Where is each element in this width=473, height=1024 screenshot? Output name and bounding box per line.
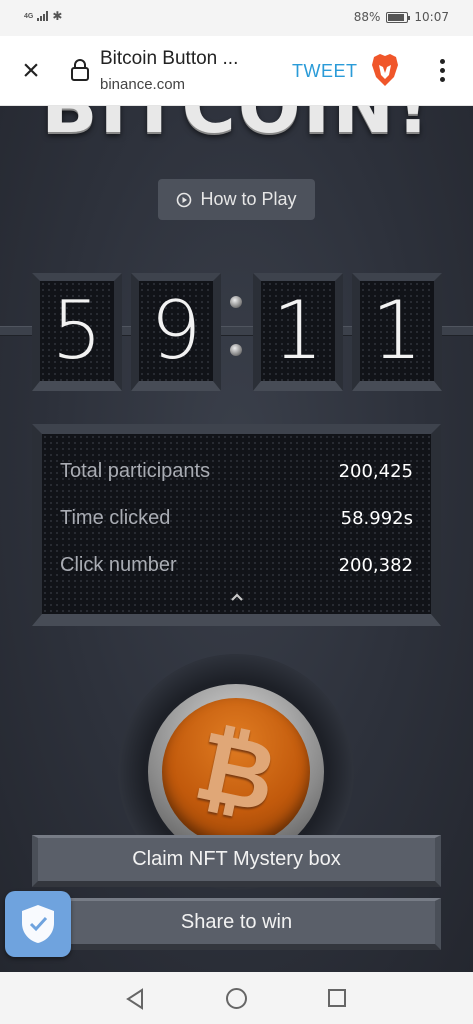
timer-colon-dot [230,296,242,308]
brave-lion-icon[interactable] [370,53,400,87]
share-button[interactable]: Share to win [32,898,441,950]
stat-row: Time clicked 58.992s [60,503,413,533]
more-vert-icon[interactable] [432,56,452,86]
timer-digit: 1 [352,273,442,391]
how-to-play-button[interactable]: How to Play [158,179,315,220]
timer-colon-dot [230,344,242,356]
signal-icon [37,11,49,21]
game-title: BITCOIN! [41,106,432,150]
system-nav-bar [0,972,473,1024]
back-icon[interactable] [124,988,146,1010]
stat-row: Total participants 200,425 [60,456,413,486]
stat-row: Click number 200,382 [60,550,413,580]
shield-check-icon[interactable] [5,891,71,957]
status-bar: 4G ✱ 88% 10:07 [0,0,473,36]
bitcoin-button[interactable]: ₿ [162,698,310,846]
bluetooth-icon: ✱ [52,9,63,23]
status-right: 88% 10:07 [354,10,449,24]
claim-nft-label: Claim NFT Mystery box [132,848,341,870]
how-to-play-label: How to Play [200,189,297,209]
game-area: BITCOIN! How to Play 5 9 1 1 Total parti… [0,106,473,972]
lock-icon[interactable] [70,58,90,82]
shield-icon [22,905,54,943]
play-circle-icon [177,192,192,207]
bitcoin-icon: ₿ [186,709,286,835]
share-label: Share to win [180,911,293,933]
home-icon[interactable] [226,988,247,1009]
stat-value: 58.992s [340,507,413,529]
close-icon[interactable]: × [16,56,46,86]
claim-nft-button[interactable]: Claim NFT Mystery box [32,835,441,887]
page-url[interactable]: binance.com [100,76,185,93]
stat-label: Total participants [60,459,211,482]
stats-panel: Total participants 200,425 Time clicked … [32,424,441,626]
stat-value: 200,382 [338,554,413,576]
stat-value: 200,425 [338,460,413,482]
page-title[interactable]: Bitcoin Button ... [100,48,238,70]
tweet-button[interactable]: TWEET [292,61,358,82]
status-left: 4G ✱ [24,9,62,23]
browser-toolbar: × Bitcoin Button ... binance.com TWEET [0,36,473,106]
stat-label: Time clicked [60,506,171,529]
timer-digit: 1 [253,273,343,391]
timer-digit: 9 [131,273,221,391]
battery-percent: 88% [353,10,381,24]
clock: 10:07 [414,10,449,24]
chevron-up-icon[interactable] [230,592,244,602]
stat-label: Click number [60,553,177,576]
timer-digit: 5 [32,273,122,391]
network-type: 4G [24,12,34,20]
battery-icon [386,11,411,23]
recent-apps-icon[interactable] [328,989,346,1007]
